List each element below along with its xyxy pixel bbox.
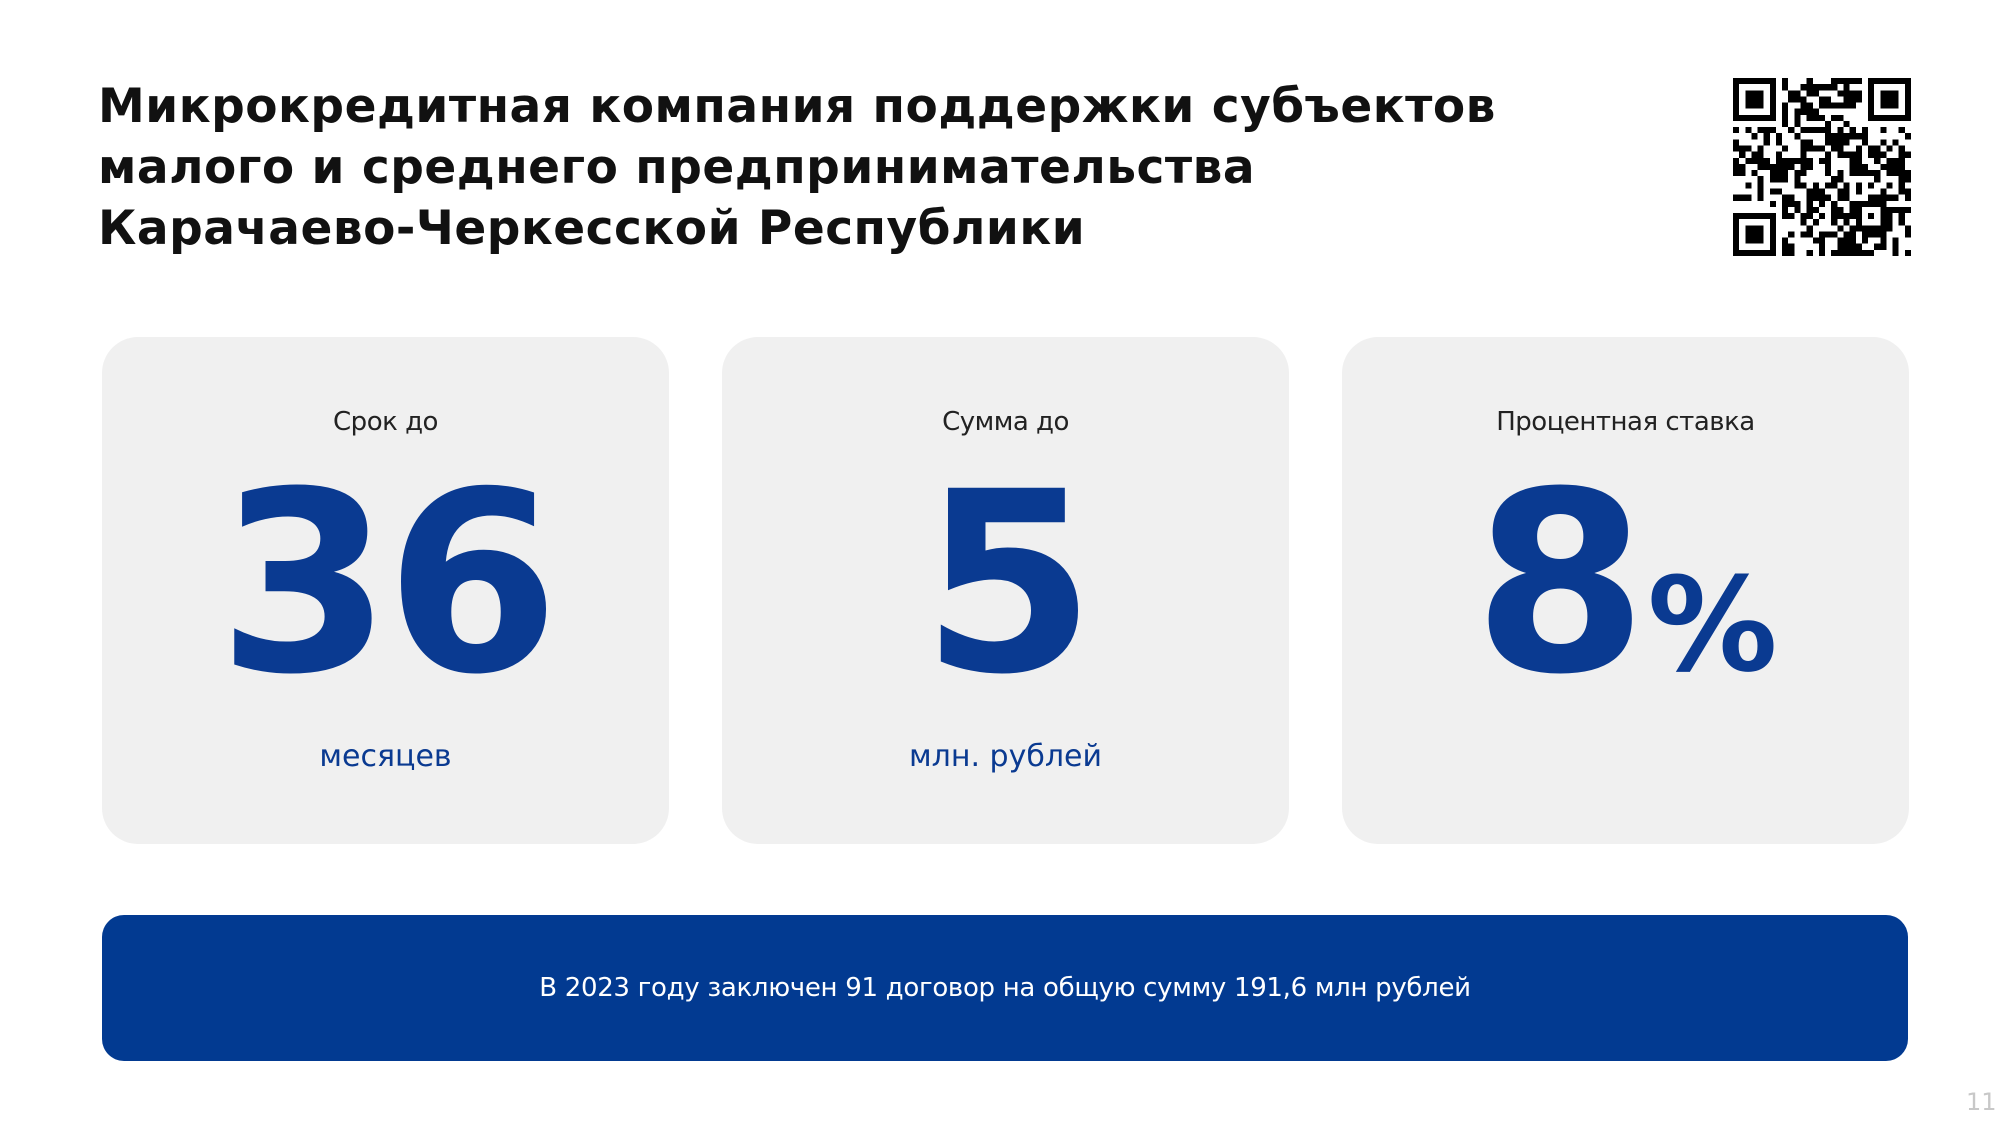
rate-number: 8 — [1473, 438, 1647, 729]
summary-text: В 2023 году заключен 91 договор на общую… — [539, 973, 1471, 1003]
title-line-1: Микрокредитная компания поддержки субъек… — [98, 79, 1496, 134]
amount-number: 5 — [921, 438, 1096, 729]
amount-label: Сумма до — [942, 407, 1069, 437]
page-title: Микрокредитная компания поддержки субъек… — [98, 76, 1598, 259]
title-line-2: малого и среднего предпринимательства — [98, 140, 1256, 195]
rate-percent-sign: % — [1647, 549, 1778, 701]
amount-value: 5 — [722, 459, 1289, 709]
term-label: Срок до — [333, 407, 438, 437]
amount-unit: млн. рублей — [909, 739, 1102, 774]
title-line-3: Карачаево-Черкесской Республики — [98, 201, 1086, 256]
term-unit: месяцев — [319, 739, 452, 774]
amount-card: Сумма до 5 млн. рублей — [722, 337, 1289, 844]
rate-label: Процентная ставка — [1496, 407, 1755, 437]
rate-card: Процентная ставка 8% — [1342, 337, 1909, 844]
summary-banner: В 2023 году заключен 91 договор на общую… — [102, 915, 1908, 1061]
qr-code-icon[interactable] — [1733, 78, 1911, 256]
term-value: 36 — [102, 459, 669, 709]
page-number: 11 — [1966, 1088, 1997, 1116]
term-card: Срок до 36 месяцев — [102, 337, 669, 844]
term-number: 36 — [217, 438, 560, 729]
rate-value: 8% — [1342, 459, 1909, 750]
